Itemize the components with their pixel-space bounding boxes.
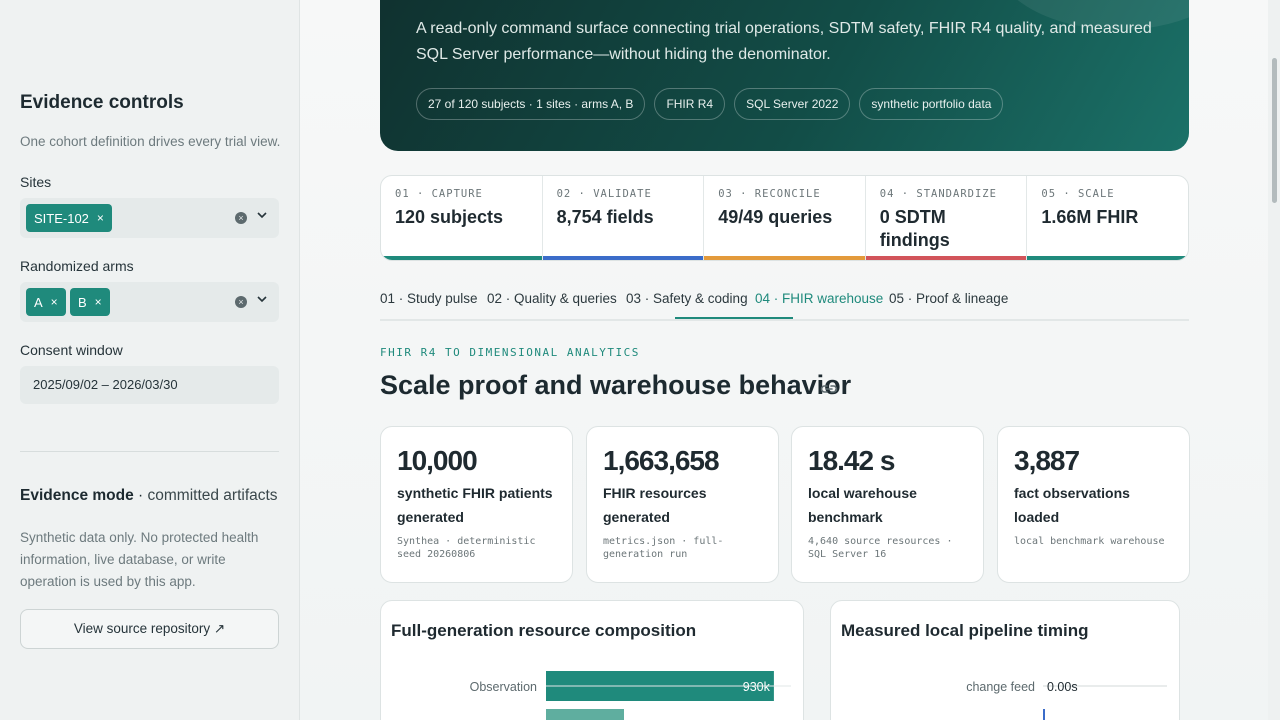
metric-value: 10,000 xyxy=(397,445,478,476)
chevron-down-icon[interactable] xyxy=(257,294,267,304)
link-icon[interactable] xyxy=(820,382,838,396)
metric-note: local benchmark warehouse xyxy=(1014,536,1165,547)
step-value: 49/49 queries xyxy=(718,207,833,227)
main-content: A read-only command surface connecting t… xyxy=(300,0,1268,720)
metric-value: 18.42 s xyxy=(808,445,895,476)
sidebar-divider xyxy=(20,451,279,452)
bar-data-label: 930k xyxy=(743,680,771,694)
active-tab-indicator xyxy=(675,317,793,319)
clear-arms-icon[interactable]: × xyxy=(235,296,247,308)
tab-study-pulse[interactable]: 01 · Study pulse xyxy=(380,291,478,306)
evidence-mode-title: Evidence mode xyxy=(20,487,134,504)
metric-note: 4,640 source resources · SQL Server 16 xyxy=(808,536,953,560)
evidence-mode-description: Synthetic data only. No protected health… xyxy=(20,530,259,589)
arms-label: Randomized arms xyxy=(20,258,134,274)
bar-next-partial xyxy=(1043,709,1045,720)
metric-label: synthetic FHIR patients generated xyxy=(397,485,553,525)
fhir-pill: FHIR R4 xyxy=(654,88,726,120)
scrollbar-thumb[interactable] xyxy=(1272,58,1277,203)
metric-card-patients: 10,000 synthetic FHIR patients generated… xyxy=(380,426,573,583)
tab-safety-coding[interactable]: 03 · Safety & coding xyxy=(626,291,748,306)
metric-note: Synthea · deterministic seed 20260806 xyxy=(397,536,536,560)
arm-chip-label: B xyxy=(78,294,87,310)
metric-label: fact observations loaded xyxy=(1014,485,1130,525)
step-standardize: 04 · STANDARDIZE 0 SDTM findings xyxy=(865,176,1028,260)
step-validate: 02 · VALIDATE 8,754 fields xyxy=(542,176,705,260)
bar-next-partial xyxy=(546,709,624,720)
composition-panel: Full-generation resource composition Obs… xyxy=(380,600,804,720)
evidence-mode: Evidence mode · committed artifacts xyxy=(20,487,278,505)
sites-label: Sites xyxy=(20,174,52,190)
metric-value: 3,887 xyxy=(1014,445,1080,476)
step-bar xyxy=(542,256,704,260)
remove-arm-icon[interactable]: × xyxy=(95,295,102,309)
step-bar xyxy=(381,256,542,260)
step-bar xyxy=(1027,256,1188,260)
bar-category-label: Observation xyxy=(470,680,537,694)
metric-card-observations: 3,887 fact observations loaded local ben… xyxy=(997,426,1190,583)
section-tabs: 01 · Study pulse 02 · Quality & queries … xyxy=(380,282,1189,321)
metric-note: metrics.json · full-generation run xyxy=(603,536,724,560)
sidebar-subtitle: One cohort definition drives every trial… xyxy=(20,134,281,149)
consent-window-input[interactable]: 2025/09/02 – 2026/03/30 xyxy=(20,366,279,404)
tab-fhir-warehouse[interactable]: 04 · FHIR warehouse xyxy=(755,291,883,306)
arm-chip-label: A xyxy=(34,294,43,310)
site-chip-label: SITE-102 xyxy=(34,210,89,226)
hero-banner: A read-only command surface connecting t… xyxy=(380,0,1189,151)
synthetic-pill: synthetic portfolio data xyxy=(859,88,1004,120)
metric-label: local warehouse benchmark xyxy=(808,485,917,525)
hero-description: A read-only command surface connecting t… xyxy=(416,20,1152,63)
evidence-mode-separator: · xyxy=(133,487,148,504)
timing-chart: change feed 0.00s xyxy=(966,680,1167,720)
metric-card-resources: 1,663,658 FHIR resources generated metri… xyxy=(586,426,779,583)
cohort-pill: 27 of 120 subjects · 1 sites · arms A, B xyxy=(416,88,646,120)
step-value: 1.66M FHIR xyxy=(1041,207,1139,227)
composition-chart: Observation 930k xyxy=(470,671,791,720)
hero-pills: 27 of 120 subjects · 1 sites · arms A, B… xyxy=(416,88,1004,120)
step-kicker: 03 · RECONCILE xyxy=(718,188,821,200)
step-kicker: 04 · STANDARDIZE xyxy=(879,188,997,200)
step-reconcile: 03 · RECONCILE 49/49 queries xyxy=(704,176,866,260)
step-kicker: 01 · CAPTURE xyxy=(395,188,483,200)
step-value: 0 SDTM findings xyxy=(879,207,950,250)
metric-card-benchmark: 18.42 s local warehouse benchmark 4,640 … xyxy=(791,426,984,583)
chevron-down-icon[interactable] xyxy=(257,210,267,220)
view-source-button[interactable]: View source repository ↗ xyxy=(20,609,279,649)
arms-multiselect[interactable]: A × B × × xyxy=(20,282,279,322)
step-capture: 01 · CAPTURE 120 subjects xyxy=(381,176,543,260)
remove-arm-icon[interactable]: × xyxy=(51,295,58,309)
bar-data-label: 0.00s xyxy=(1047,680,1078,694)
bar-category-label: change feed xyxy=(966,680,1035,694)
clear-sites-icon[interactable]: × xyxy=(235,212,247,224)
sidebar-title: Evidence controls xyxy=(20,92,184,113)
step-scale: 05 · SCALE 1.66M FHIR xyxy=(1027,176,1188,260)
tab-quality-queries[interactable]: 02 · Quality & queries xyxy=(487,291,617,306)
arm-chip-a[interactable]: A × xyxy=(26,288,66,316)
step-bar xyxy=(865,256,1027,260)
step-kicker: 02 · VALIDATE xyxy=(556,188,652,200)
step-value: 120 subjects xyxy=(395,207,504,227)
consent-label: Consent window xyxy=(20,342,123,358)
sqlserver-pill: SQL Server 2022 xyxy=(734,88,851,120)
metric-label: FHIR resources generated xyxy=(603,485,707,525)
sidebar: Evidence controls One cohort definition … xyxy=(0,0,300,720)
scrollbar[interactable] xyxy=(1268,0,1280,720)
step-value: 8,754 fields xyxy=(556,207,654,227)
arm-chip-b[interactable]: B × xyxy=(70,288,110,316)
evidence-mode-value: committed artifacts xyxy=(147,487,278,504)
pipeline-steps: 01 · CAPTURE 120 subjects 02 · VALIDATE … xyxy=(380,175,1189,261)
remove-site-icon[interactable]: × xyxy=(97,211,104,225)
step-kicker: 05 · SCALE xyxy=(1041,188,1115,200)
metric-value: 1,663,658 xyxy=(603,445,720,476)
timing-panel: Measured local pipeline timing change fe… xyxy=(830,600,1180,720)
sites-multiselect[interactable]: SITE-102 × × xyxy=(20,198,279,238)
site-chip[interactable]: SITE-102 × xyxy=(26,204,112,232)
section-title: Scale proof and warehouse behavior xyxy=(380,370,852,400)
section-kicker: FHIR R4 TO DIMENSIONAL ANALYTICS xyxy=(380,346,640,359)
step-bar xyxy=(704,256,865,260)
tab-proof-lineage[interactable]: 05 · Proof & lineage xyxy=(889,291,1008,306)
